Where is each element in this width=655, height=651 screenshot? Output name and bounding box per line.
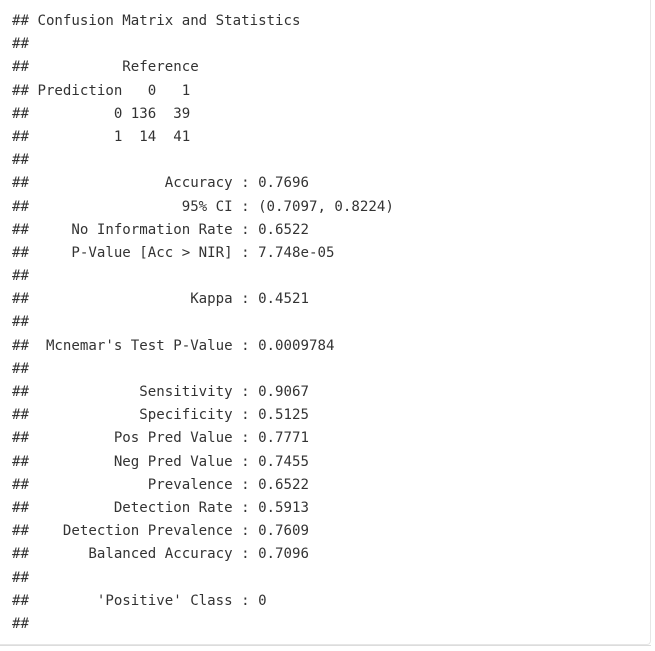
output-line-blank: ## xyxy=(12,268,29,285)
output-line-specificity: ## Specificity : 0.5125 xyxy=(12,407,309,424)
output-line-prevalence: ## Prevalence : 0.6522 xyxy=(12,476,309,493)
output-line-matrix-row-1: ## 1 14 41 xyxy=(12,128,191,145)
output-line-blank: ## xyxy=(12,36,29,53)
output-line-kappa: ## Kappa : 0.4521 xyxy=(12,291,309,308)
output-line-p-value: ## P-Value [Acc > NIR] : 7.748e-05 xyxy=(12,244,335,261)
output-line-prediction-header: ## Prediction 0 1 xyxy=(12,82,191,99)
output-line-no-information-rate: ## No Information Rate : 0.6522 xyxy=(12,221,309,238)
output-line-confidence-interval: ## 95% CI : (0.7097, 0.8224) xyxy=(12,198,394,215)
output-line-blank: ## xyxy=(12,152,29,169)
output-line-detection-rate: ## Detection Rate : 0.5913 xyxy=(12,499,309,516)
output-line-pos-pred-value: ## Pos Pred Value : 0.7771 xyxy=(12,430,309,447)
output-line-title: ## Confusion Matrix and Statistics xyxy=(12,13,301,29)
output-line-blank: ## xyxy=(12,569,29,586)
output-line-positive-class: ## 'Positive' Class : 0 xyxy=(12,592,267,609)
output-line-matrix-row-0: ## 0 136 39 xyxy=(12,105,191,122)
output-line-neg-pred-value: ## Neg Pred Value : 0.7455 xyxy=(12,453,309,470)
confusion-matrix-output[interactable]: ## Confusion Matrix and Statistics ## ## R… xyxy=(12,10,394,636)
output-line-sensitivity: ## Sensitivity : 0.9067 xyxy=(12,384,309,400)
output-line-blank: ## xyxy=(12,314,29,331)
output-line-reference-header: ## Reference xyxy=(12,59,199,76)
output-line-blank: ## xyxy=(12,360,29,377)
output-line-accuracy: ## Accuracy : 0.7696 xyxy=(12,175,309,192)
output-line-mcnemar-p-value: ## Mcnemar's Test P-Value : 0.0009784 xyxy=(12,337,335,354)
output-line-blank: ## xyxy=(12,615,29,632)
output-line-balanced-accuracy: ## Balanced Accuracy : 0.7096 xyxy=(12,546,309,563)
output-line-detection-prevalence: ## Detection Prevalence : 0.7609 xyxy=(12,523,309,540)
console-output-panel: ## Confusion Matrix and Statistics ## ## R… xyxy=(0,0,651,645)
panel-divider xyxy=(0,645,651,646)
